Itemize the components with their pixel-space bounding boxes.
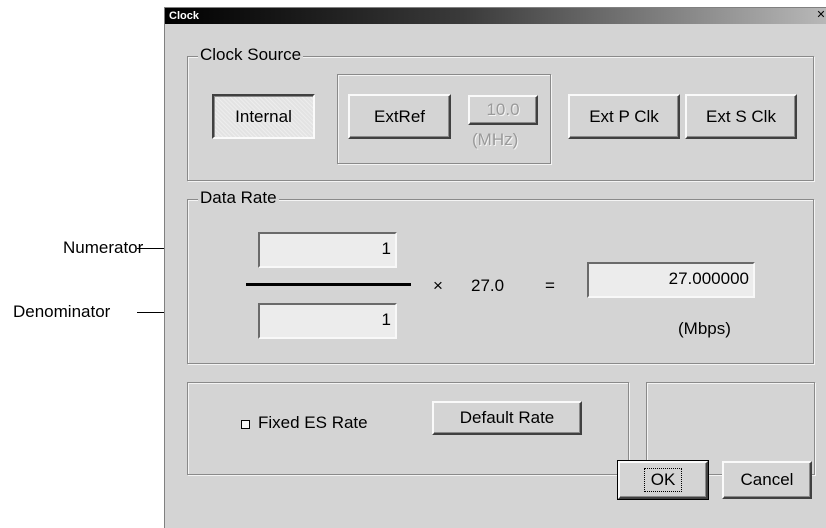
denominator-input[interactable]: 1 <box>258 303 397 339</box>
numerator-input[interactable]: 1 <box>258 232 397 268</box>
data-rate-result-field: 27.000000 <box>587 262 755 298</box>
numerator-callout-label: Numerator <box>63 238 144 257</box>
ext-p-clk-button[interactable]: Ext P Clk <box>568 94 680 139</box>
data-rate-legend: Data Rate <box>198 188 279 208</box>
title-bar[interactable]: Clock ✕ <box>165 8 826 24</box>
denominator-callout-label: Denominator <box>13 302 111 321</box>
close-icon[interactable]: ✕ <box>816 9 826 21</box>
extref-frequency-unit: (MHz) <box>472 130 519 149</box>
fixed-es-rate-label[interactable]: Fixed ES Rate <box>258 413 368 433</box>
ok-button[interactable]: OK <box>617 460 709 500</box>
data-rate-unit: (Mbps) <box>678 319 731 338</box>
internal-button[interactable]: Internal <box>212 94 315 139</box>
extref-button[interactable]: ExtRef <box>348 94 451 139</box>
multiply-sign: × <box>433 276 443 295</box>
ext-s-clk-button[interactable]: Ext S Clk <box>685 94 797 139</box>
equals-sign: = <box>545 276 555 295</box>
fixed-es-rate-checkbox[interactable] <box>241 420 250 429</box>
clock-source-legend: Clock Source <box>198 45 304 65</box>
window-title: Clock <box>169 10 199 22</box>
ok-button-label: OK <box>643 468 683 492</box>
default-rate-button[interactable]: Default Rate <box>432 401 582 435</box>
multiplier-value: 27.0 <box>471 276 505 295</box>
cancel-button[interactable]: Cancel <box>722 461 812 499</box>
extref-frequency-button: 10.0 <box>468 95 538 125</box>
fraction-bar <box>246 283 411 286</box>
clock-dialog: Clock ✕ Clock Source Internal ExtRef 10.… <box>164 7 826 528</box>
